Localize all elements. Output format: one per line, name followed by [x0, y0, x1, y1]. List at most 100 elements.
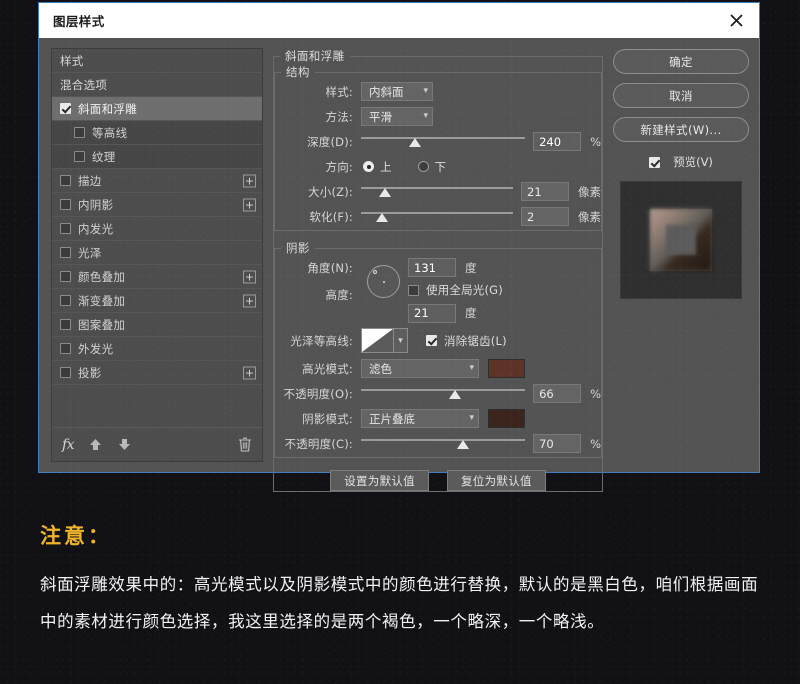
checkbox-icon[interactable]: [60, 271, 71, 282]
layer-style-dialog: 图层样式 样式 混合选项 斜面和浮雕 等高线 纹理 描边 + 内阴影 + 内发光 光泽 颜色叠加 + 渐变…: [38, 2, 760, 492]
bevel-preview-inner: [666, 225, 696, 255]
preview-thumbnail: [620, 181, 742, 299]
style-row[interactable]: 斜面和浮雕: [52, 97, 262, 121]
altitude-input[interactable]: 21: [408, 303, 456, 323]
arrow-down-icon[interactable]: [117, 437, 132, 452]
style-row-label: 描边: [78, 173, 102, 188]
style-row-label: 颜色叠加: [78, 269, 126, 284]
style-row[interactable]: 等高线: [52, 121, 262, 145]
highlight-color-swatch[interactable]: [488, 359, 525, 378]
soften-input[interactable]: 2: [521, 207, 569, 226]
reset-default-button[interactable]: 复位为默认值: [447, 470, 546, 491]
style-row[interactable]: 颜色叠加 +: [52, 265, 262, 289]
angle-dial-handle[interactable]: [372, 269, 377, 274]
style-row-label: 光泽: [78, 245, 102, 260]
checkbox-icon[interactable]: [60, 343, 71, 354]
add-effect-icon[interactable]: +: [243, 294, 256, 307]
size-slider-thumb[interactable]: [379, 188, 392, 197]
checkbox-icon[interactable]: [60, 247, 71, 258]
fx-icon[interactable]: fx: [62, 437, 75, 453]
style-row[interactable]: 纹理: [52, 145, 262, 169]
row-angle-label: 角度(N):: [275, 256, 361, 279]
preview-checkbox[interactable]: 预览(V): [613, 154, 749, 170]
row-direction: 方向: 上 下: [275, 155, 601, 178]
global-light-checkbox[interactable]: 使用全局光(G): [408, 282, 503, 298]
shadow-opacity-thumb[interactable]: [456, 440, 469, 449]
checkbox-icon[interactable]: [60, 295, 71, 306]
checkbox-icon[interactable]: [60, 103, 71, 114]
gloss-contour-thumbnail[interactable]: [361, 328, 394, 353]
style-select[interactable]: 内斜面 ▾: [361, 82, 433, 101]
add-effect-icon[interactable]: +: [243, 366, 256, 379]
style-row[interactable]: 描边 +: [52, 169, 262, 193]
global-light-label: 使用全局光(G): [426, 283, 503, 297]
shadow-mode-select[interactable]: 正片叠底 ▾: [361, 409, 479, 428]
ok-button[interactable]: 确定: [613, 49, 749, 74]
depth-slider[interactable]: [361, 132, 526, 151]
bevel-preview-sample: [650, 209, 712, 271]
shadow-opacity-unit: %: [590, 436, 601, 451]
style-row[interactable]: 内发光: [52, 217, 262, 241]
add-effect-icon[interactable]: +: [243, 174, 256, 187]
style-row-label: 等高线: [92, 125, 128, 140]
default-buttons: 设置为默认值 复位为默认值: [274, 470, 602, 491]
styles-list[interactable]: 样式 混合选项 斜面和浮雕 等高线 纹理 描边 + 内阴影 + 内发光 光泽 颜色叠加 + 渐变叠加 + 图案…: [52, 49, 262, 427]
checkbox-icon[interactable]: [74, 151, 85, 162]
angle-input[interactable]: 131: [408, 258, 456, 277]
angle-dial[interactable]: [367, 265, 400, 298]
style-row[interactable]: 混合选项: [52, 73, 262, 97]
set-default-button[interactable]: 设置为默认值: [330, 470, 429, 491]
highlight-opacity-slider[interactable]: [361, 384, 526, 403]
add-effect-icon[interactable]: +: [243, 198, 256, 211]
highlight-opacity-input[interactable]: 66: [533, 384, 582, 403]
radio-dot-icon: [417, 161, 429, 172]
checkbox-icon[interactable]: [74, 127, 85, 138]
direction-radio-group: 上 下: [361, 159, 446, 175]
size-slider[interactable]: [361, 182, 513, 201]
style-row-label: 混合选项: [60, 77, 108, 92]
checkbox-icon[interactable]: [60, 319, 71, 330]
radio-dot-icon: [363, 161, 374, 172]
gloss-contour-chevron-down-icon[interactable]: ▾: [394, 328, 408, 353]
checkbox-icon[interactable]: [60, 367, 71, 378]
style-row-label: 外发光: [78, 341, 114, 356]
depth-slider-thumb[interactable]: [409, 138, 422, 147]
style-row[interactable]: 内阴影 +: [52, 193, 262, 217]
shadow-color-swatch[interactable]: [488, 409, 525, 428]
style-row[interactable]: 外发光: [52, 337, 262, 361]
checkbox-icon[interactable]: [60, 175, 71, 186]
style-row[interactable]: 图案叠加: [52, 313, 262, 337]
arrow-up-icon[interactable]: [88, 437, 103, 452]
row-gloss-contour: 光泽等高线: ▾ 消除锯齿(L): [275, 326, 601, 355]
soften-slider-thumb[interactable]: [376, 213, 389, 222]
row-angle-value: 131 度: [408, 256, 503, 279]
checkbox-icon[interactable]: [60, 199, 71, 210]
shadow-opacity-input[interactable]: 70: [533, 434, 582, 453]
direction-down-radio[interactable]: 下: [417, 159, 446, 175]
size-input[interactable]: 21: [521, 182, 569, 201]
highlight-mode-select[interactable]: 滤色 ▾: [361, 359, 479, 378]
cancel-button[interactable]: 取消: [613, 83, 749, 108]
style-row[interactable]: 光泽: [52, 241, 262, 265]
technique-select[interactable]: 平滑 ▾: [361, 107, 433, 126]
trash-icon[interactable]: [238, 437, 252, 452]
options-panel: 斜面和浮雕 结构 样式: 内斜面 ▾ 方法: 平滑 ▾ 深度(D): 240 %…: [273, 48, 603, 492]
antialias-checkbox[interactable]: 消除锯齿(L): [426, 333, 507, 349]
style-row[interactable]: 投影 +: [52, 361, 262, 385]
shadow-opacity-slider[interactable]: [361, 434, 526, 453]
style-row-label: 纹理: [92, 149, 116, 164]
close-icon[interactable]: [725, 10, 747, 32]
checkbox-icon[interactable]: [60, 223, 71, 234]
style-label: 样式:: [325, 84, 353, 99]
style-row[interactable]: 渐变叠加 +: [52, 289, 262, 313]
depth-input[interactable]: 240: [533, 132, 582, 151]
angle-block: 角度(N): 高度: 131 度 使用全局光(G) 21 度: [275, 256, 601, 326]
new-style-button[interactable]: 新建样式(W)...: [613, 117, 749, 142]
add-effect-icon[interactable]: +: [243, 270, 256, 283]
row-altitude-value: 21 度: [408, 302, 503, 324]
style-row[interactable]: 样式: [52, 49, 262, 73]
direction-up-radio[interactable]: 上: [363, 159, 392, 175]
row-highlight-mode: 高光模式: 滤色 ▾: [275, 357, 601, 380]
highlight-opacity-thumb[interactable]: [448, 390, 461, 399]
soften-slider[interactable]: [361, 207, 513, 226]
